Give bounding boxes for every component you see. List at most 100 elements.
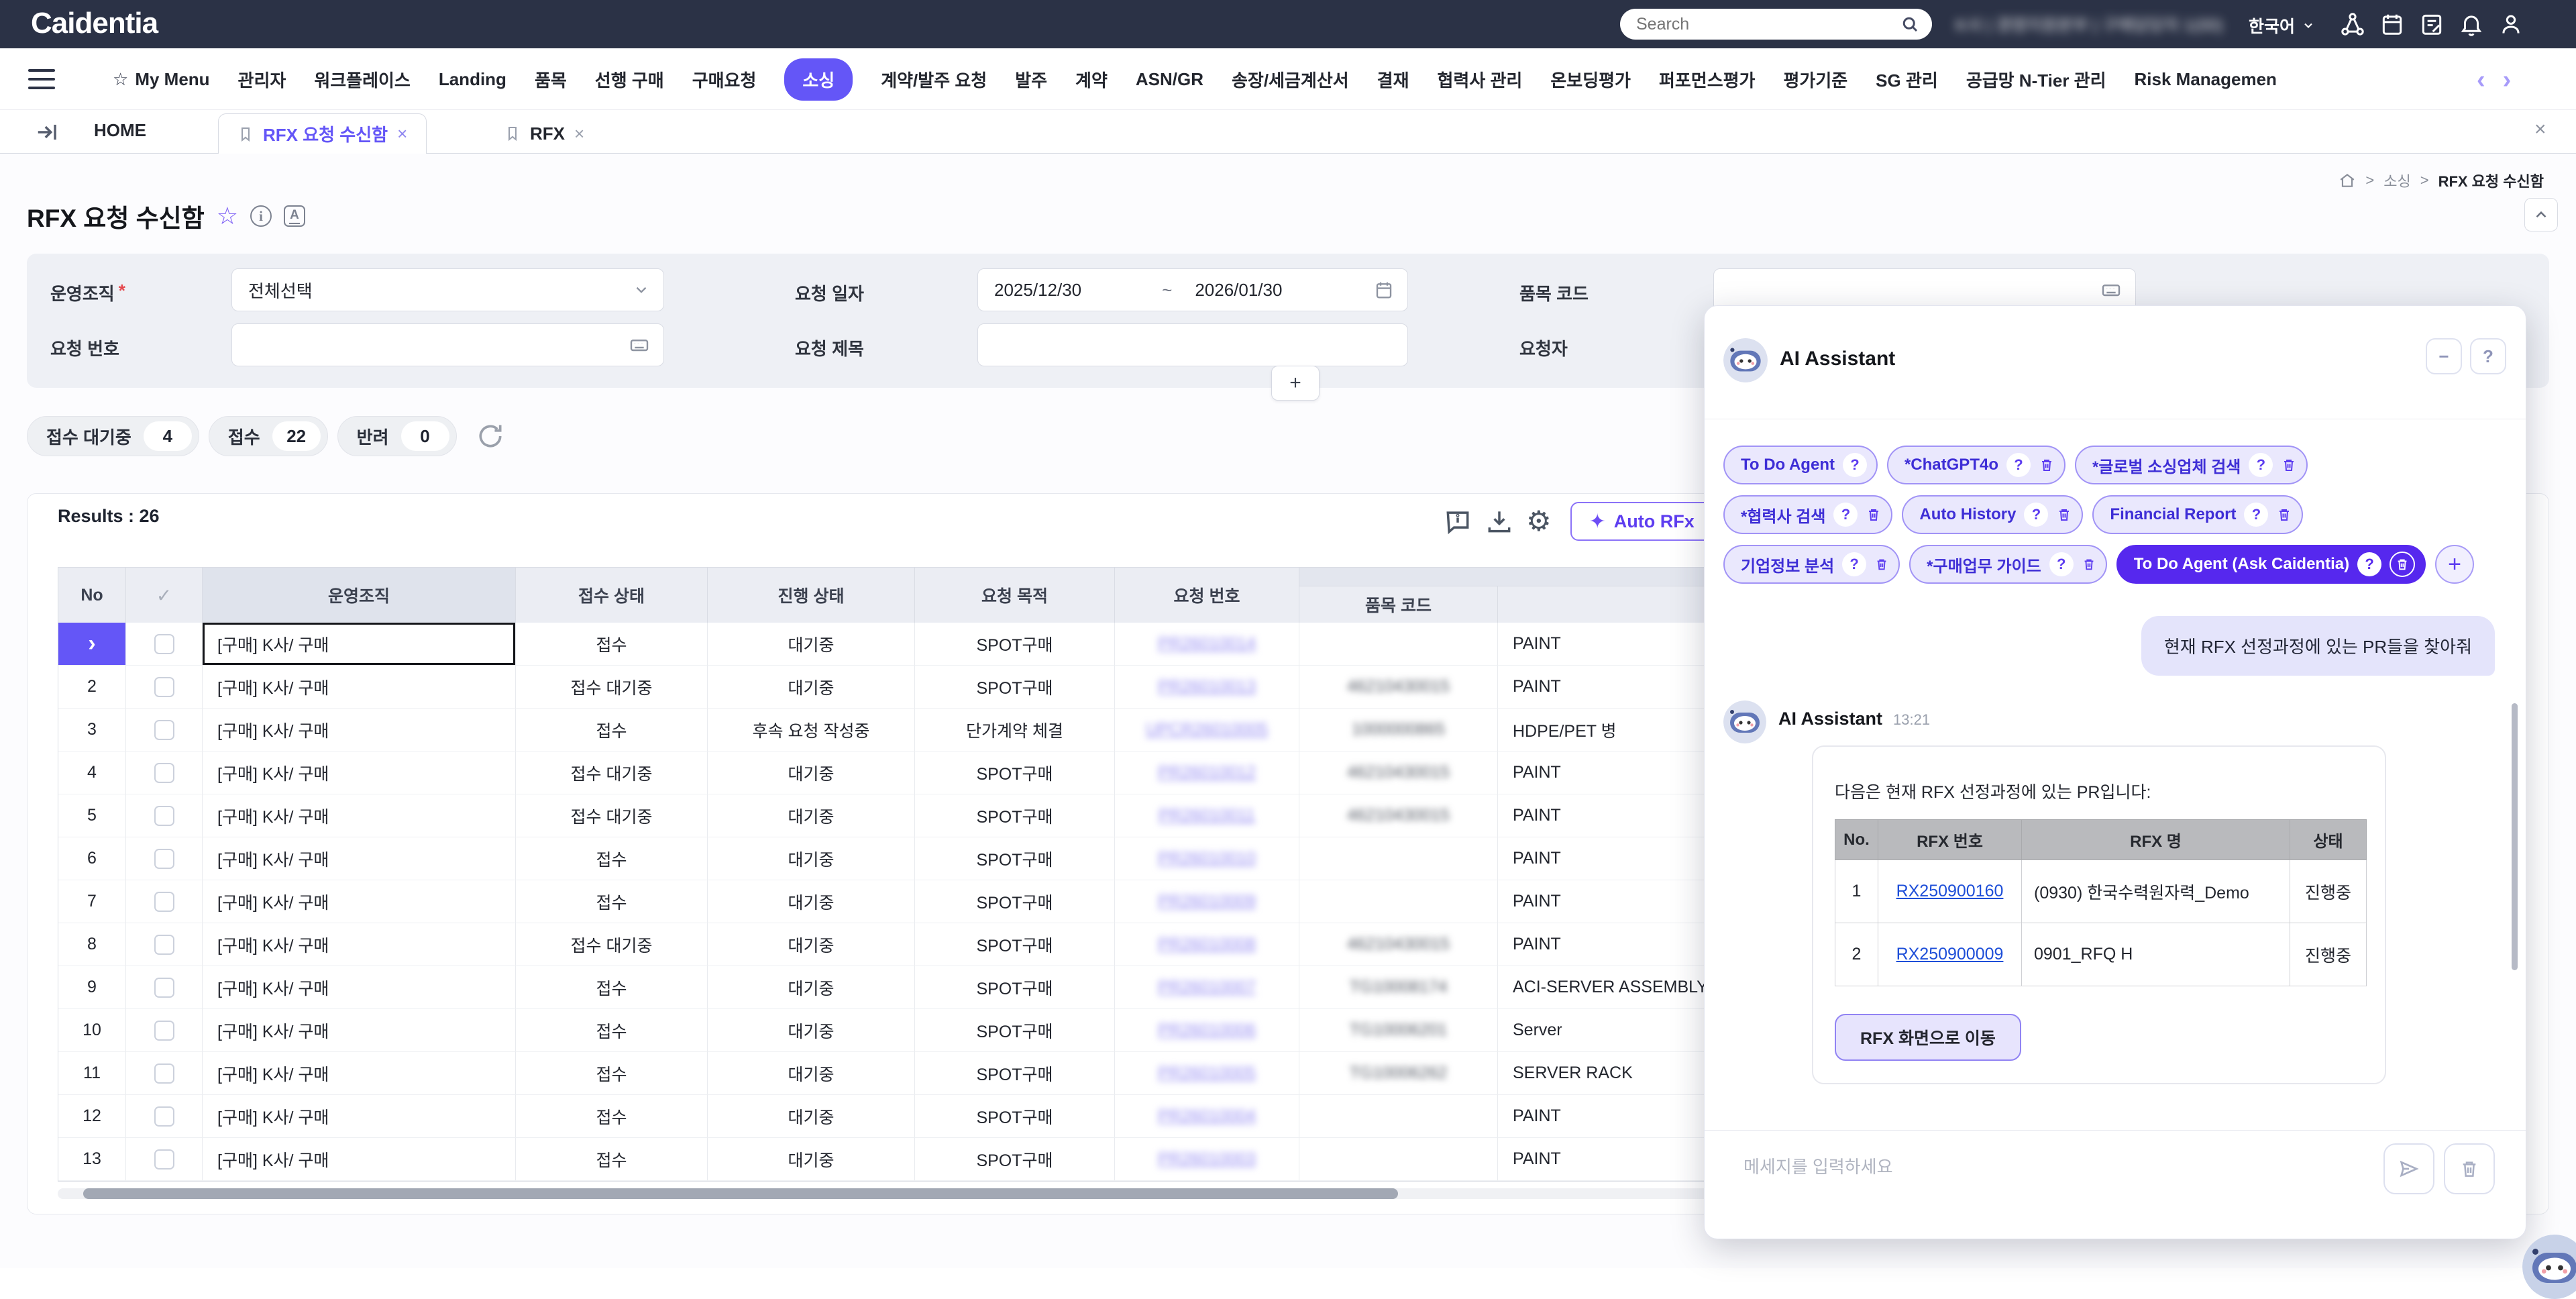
row-no[interactable]: 2 — [58, 666, 126, 709]
agent-chip[interactable]: 기업정보 분석 ? — [1723, 545, 1900, 584]
row-checkbox-cell[interactable] — [126, 666, 203, 709]
rfx-number-link[interactable]: RX250900009 — [1896, 945, 2004, 964]
col-header-request-no[interactable]: 요청 번호 — [1115, 568, 1299, 623]
nav-item[interactable]: 구매요청 — [692, 67, 757, 92]
agent-chip[interactable]: To Do Agent (Ask Caidentia) ? — [2116, 545, 2426, 584]
row-org[interactable]: [구매] K사/ 구매 — [203, 623, 516, 666]
notes-icon[interactable] — [2419, 11, 2445, 37]
close-all-icon[interactable]: × — [2534, 118, 2546, 141]
nav-item[interactable]: 워크플레이스 — [314, 67, 411, 92]
help-icon[interactable]: ? — [2244, 503, 2268, 527]
col-header-purpose[interactable]: 요청 목적 — [915, 568, 1115, 623]
close-icon[interactable]: × — [574, 123, 584, 144]
row-org[interactable]: [구매] K사/ 구매 — [203, 1095, 516, 1138]
org-chart-icon[interactable] — [2340, 11, 2365, 37]
table-row[interactable]: 12 [구매] K사/ 구매 접수 대기중 SPOT구매 PR26010004 … — [58, 1095, 1780, 1138]
text-size-icon[interactable]: A — [284, 205, 305, 227]
row-no[interactable]: 10 — [58, 1009, 126, 1052]
help-icon[interactable]: ? — [2357, 552, 2381, 576]
refresh-icon[interactable] — [476, 421, 505, 451]
request-title-input[interactable] — [977, 323, 1408, 366]
col-header-receipt-status[interactable]: 접수 상태 — [516, 568, 708, 623]
help-icon[interactable]: ? — [2049, 552, 2074, 576]
row-checkbox-cell[interactable] — [126, 1009, 203, 1052]
col-header-progress-status[interactable]: 진행 상태 — [708, 568, 915, 623]
help-icon[interactable]: ? — [1842, 552, 1866, 576]
row-org[interactable]: [구매] K사/ 구매 — [203, 709, 516, 751]
rfx-number-link[interactable]: RX250900160 — [1896, 882, 2004, 900]
language-selector[interactable]: 한국어 — [2249, 13, 2315, 38]
trash-icon[interactable] — [1866, 507, 1882, 523]
nav-item[interactable]: ASN/GR — [1136, 69, 1203, 90]
clear-chat-button[interactable] — [2444, 1143, 2495, 1194]
nav-item[interactable]: 발주 — [1015, 67, 1047, 92]
row-checkbox-cell[interactable] — [126, 794, 203, 837]
row-checkbox-cell[interactable] — [126, 923, 203, 966]
agent-chip[interactable]: *글로벌 소싱업체 검색 ? — [2075, 446, 2308, 484]
table-row[interactable]: 3 [구매] K사/ 구매 접수 후속 요청 작성중 단가계약 체결 UPCR2… — [58, 709, 1780, 751]
nav-item[interactable]: ☆ My Menu — [113, 69, 210, 90]
nav-item[interactable]: 선행 구매 — [595, 67, 664, 92]
row-no[interactable]: 11 — [58, 1052, 126, 1095]
nav-item[interactable]: 협력사 관리 — [1438, 67, 1523, 92]
horizontal-scrollbar[interactable] — [58, 1188, 1715, 1199]
breadcrumb-sourcing[interactable]: 소싱 — [2383, 170, 2410, 191]
table-row[interactable]: 9 [구매] K사/ 구매 접수 대기중 SPOT구매 PR26010007 T… — [58, 966, 1780, 1009]
user-icon[interactable] — [2498, 11, 2524, 37]
favorite-star-icon[interactable]: ☆ — [217, 202, 238, 230]
add-agent-button[interactable]: + — [2435, 545, 2474, 584]
nav-item[interactable]: Landing — [439, 69, 506, 90]
agent-chip[interactable]: Financial Report ? — [2092, 495, 2303, 534]
global-search[interactable] — [1620, 9, 1932, 40]
grid-info-icon[interactable] — [1443, 507, 1472, 536]
help-icon[interactable]: ? — [2024, 503, 2048, 527]
nav-item[interactable]: 공급망 N-Tier 관리 — [1966, 67, 2106, 92]
table-row[interactable]: 4 [구매] K사/ 구매 접수 대기중 대기중 SPOT구매 PR260100… — [58, 751, 1780, 794]
row-no[interactable]: 4 — [58, 751, 126, 794]
row-checkbox-cell[interactable] — [126, 1138, 203, 1181]
row-org[interactable]: [구매] K사/ 구매 — [203, 1009, 516, 1052]
help-icon[interactable]: ? — [2006, 453, 2031, 477]
trash-icon[interactable] — [2390, 552, 2415, 577]
agent-chip[interactable]: *ChatGPT4o ? — [1887, 446, 2065, 484]
nav-scroll-right-icon[interactable]: › — [2503, 66, 2512, 95]
row-checkbox-cell[interactable] — [126, 966, 203, 1009]
collapse-search-button[interactable] — [2524, 198, 2558, 231]
help-icon[interactable]: ? — [1833, 503, 1858, 527]
assistant-launcher-button[interactable] — [2522, 1235, 2576, 1299]
row-checkbox-cell[interactable] — [126, 1095, 203, 1138]
row-no[interactable]: 12 — [58, 1095, 126, 1138]
row-checkbox-cell[interactable] — [126, 837, 203, 880]
goto-rfx-button[interactable]: RFX 화면으로 이동 — [1835, 1014, 2021, 1061]
row-no[interactable]: › — [58, 623, 126, 666]
table-row[interactable]: 10 [구매] K사/ 구매 접수 대기중 SPOT구매 PR26010006 … — [58, 1009, 1780, 1052]
row-checkbox-cell[interactable] — [126, 751, 203, 794]
help-icon[interactable]: ? — [1843, 453, 1867, 477]
trash-icon[interactable] — [2276, 507, 2292, 523]
row-org[interactable]: [구매] K사/ 구매 — [203, 1052, 516, 1095]
gear-icon[interactable]: ⚙ — [1526, 507, 1552, 536]
trash-icon[interactable] — [2082, 557, 2096, 572]
calendar-icon[interactable] — [2379, 11, 2405, 37]
org-select[interactable]: 전체선택 — [231, 268, 664, 311]
table-row[interactable]: 2 [구매] K사/ 구매 접수 대기중 대기중 SPOT구매 PR260100… — [58, 666, 1780, 709]
nav-item[interactable]: 퍼포먼스평가 — [1659, 67, 1756, 92]
table-row[interactable]: 5 [구매] K사/ 구매 접수 대기중 대기중 SPOT구매 PR260100… — [58, 794, 1780, 837]
tab-rfx-inbox[interactable]: RFX 요청 수신함 × — [218, 113, 427, 154]
table-row[interactable]: 7 [구매] K사/ 구매 접수 대기중 SPOT구매 PR26010009 P… — [58, 880, 1780, 923]
row-org[interactable]: [구매] K사/ 구매 — [203, 666, 516, 709]
download-icon[interactable] — [1485, 507, 1514, 536]
table-row[interactable]: 6 [구매] K사/ 구매 접수 대기중 SPOT구매 PR26010010 P… — [58, 837, 1780, 880]
col-header-item-code[interactable]: 품목 코드 — [1299, 586, 1498, 623]
tab-home[interactable]: HOME — [94, 120, 146, 141]
request-date-range[interactable]: 2025/12/30 ~ 2026/01/30 — [977, 268, 1408, 311]
row-no[interactable]: 8 — [58, 923, 126, 966]
help-button[interactable]: ? — [2470, 338, 2506, 374]
table-row[interactable]: 13 [구매] K사/ 구매 접수 대기중 SPOT구매 PR26010003 … — [58, 1138, 1780, 1181]
row-checkbox-cell[interactable] — [126, 709, 203, 751]
col-header-no[interactable]: No — [58, 568, 126, 623]
trash-icon[interactable] — [2039, 457, 2055, 473]
agent-chip[interactable]: Auto History ? — [1902, 495, 2083, 534]
row-org[interactable]: [구매] K사/ 구매 — [203, 794, 516, 837]
nav-item[interactable]: 관리자 — [238, 67, 286, 92]
